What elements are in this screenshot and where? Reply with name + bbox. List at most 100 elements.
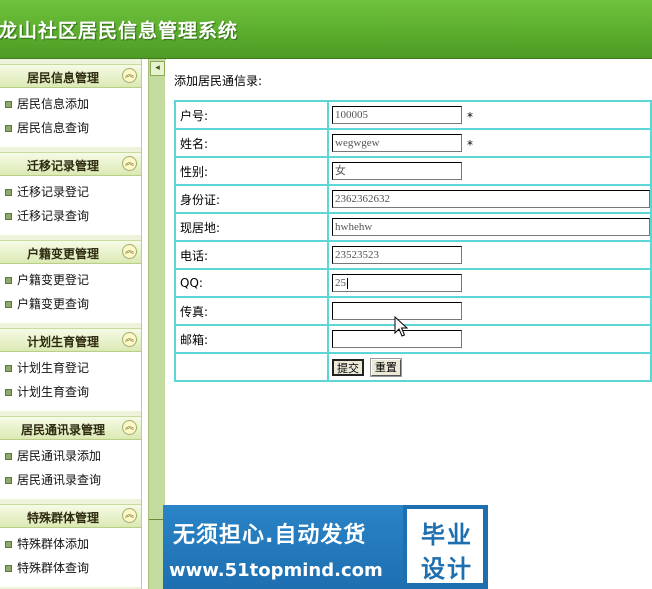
name-input[interactable]: wegwgew	[332, 134, 462, 152]
sidebar: 居民信息管理 ︽ 居民信息添加 居民信息查询 迁移记录管理 ︽ 迁移记录登记 迁…	[0, 59, 142, 589]
gender-input[interactable]: 女	[332, 162, 462, 180]
collapse-icon[interactable]: ︽	[122, 508, 137, 523]
form-row-fax: 传真:	[176, 298, 652, 326]
field-label: 身份证:	[176, 186, 329, 214]
header-banner: 龙山社区居民信息管理系统	[0, 0, 652, 59]
sidebar-item-label: 户籍变更登记	[17, 273, 90, 287]
qq-input[interactable]: 25	[332, 274, 462, 292]
field-label: 现居地:	[176, 214, 329, 242]
field-label: 电话:	[176, 242, 329, 270]
sidebar-item-special-groups-query[interactable]: 特殊群体查询	[0, 556, 141, 580]
sidebar-section-title: 居民信息管理	[26, 71, 99, 85]
form-row-actions: 提交 重置	[176, 354, 652, 382]
empty-cell	[176, 354, 329, 382]
bullet-icon	[5, 365, 12, 372]
page-title: 添加居民通信录:	[174, 74, 263, 88]
bullet-icon	[5, 301, 12, 308]
form-row-qq: QQ: 25	[176, 270, 652, 298]
phone-input[interactable]: 23523523	[332, 246, 462, 264]
field-label: 性别:	[176, 158, 329, 186]
sidebar-item-family-planning-register[interactable]: 计划生育登记	[0, 356, 141, 380]
bullet-icon	[5, 565, 12, 572]
required-mark: *	[467, 110, 473, 124]
form-row-phone: 电话: 23523523	[176, 242, 652, 270]
sidebar-item-label: 居民信息添加	[17, 97, 90, 111]
field-label: 户号:	[176, 102, 329, 130]
sidebar-item-label: 特殊群体查询	[17, 561, 90, 575]
form-row-email: 邮箱:	[176, 326, 652, 354]
sidebar-item-label: 计划生育登记	[17, 361, 90, 375]
sidebar-section-contacts-header[interactable]: 居民通讯录管理 ︽	[0, 416, 141, 440]
sidebar-item-migration-query[interactable]: 迁移记录查询	[0, 204, 141, 228]
sidebar-item-household-query[interactable]: 户籍变更查询	[0, 292, 141, 316]
collapse-sidebar-icon[interactable]: ◂	[150, 61, 165, 76]
sidebar-section-residents-header[interactable]: 居民信息管理 ︽	[0, 64, 141, 88]
form-row-address: 现居地: hwhehw	[176, 214, 652, 242]
sidebar-item-contacts-query[interactable]: 居民通讯录查询	[0, 468, 141, 492]
ad-slogan: 无须担心.自动发货	[173, 523, 367, 548]
sidebar-item-resident-query[interactable]: 居民信息查询	[0, 116, 141, 140]
form-row-huhao: 户号: 100005 *	[176, 102, 652, 130]
collapse-icon[interactable]: ︽	[122, 420, 137, 435]
field-label: 邮箱:	[176, 326, 329, 354]
submit-button[interactable]: 提交	[332, 358, 364, 376]
ad-badge-line2: 设计	[421, 555, 473, 583]
field-label: 姓名:	[176, 130, 329, 158]
collapse-icon[interactable]: ︽	[122, 332, 137, 347]
bullet-icon	[5, 189, 12, 196]
sidebar-item-label: 特殊群体添加	[17, 537, 90, 551]
bullet-icon	[5, 453, 12, 460]
bullet-icon	[5, 277, 12, 284]
sidebar-section-migration-header[interactable]: 迁移记录管理 ︽	[0, 152, 141, 176]
field-label: 传真:	[176, 298, 329, 326]
sidebar-item-label: 迁移记录登记	[17, 185, 90, 199]
address-input[interactable]: hwhehw	[332, 218, 650, 236]
idcard-input[interactable]: 2362362632	[332, 190, 650, 208]
sidebar-item-family-planning-query[interactable]: 计划生育查询	[0, 380, 141, 404]
form-row-idcard: 身份证: 2362362632	[176, 186, 652, 214]
ad-url: www.51topmind.com	[169, 560, 383, 581]
app-title: 龙山社区居民信息管理系统	[0, 20, 239, 42]
bullet-icon	[5, 125, 12, 132]
sidebar-section-family-planning-header[interactable]: 计划生育管理 ︽	[0, 328, 141, 352]
text-caret	[347, 277, 348, 289]
required-mark: *	[467, 138, 473, 152]
contact-form-table: 户号: 100005 * 姓名: wegwgew * 性别: 女 身份证: 2362…	[174, 100, 652, 382]
watermark-ad-banner: 无须担心.自动发货 www.51topmind.com 毕业 设计	[163, 505, 488, 589]
ad-badge-box: 毕业 设计	[405, 507, 485, 585]
bullet-icon	[5, 477, 12, 484]
sidebar-item-label: 居民通讯录查询	[17, 473, 102, 487]
form-row-gender: 性别: 女	[176, 158, 652, 186]
collapse-icon[interactable]: ︽	[122, 68, 137, 83]
sidebar-item-label: 居民信息查询	[17, 121, 90, 135]
field-label: QQ:	[176, 270, 329, 298]
sidebar-item-migration-register[interactable]: 迁移记录登记	[0, 180, 141, 204]
sidebar-section-title: 户籍变更管理	[26, 247, 99, 261]
bullet-icon	[5, 541, 12, 548]
reset-button[interactable]: 重置	[369, 357, 402, 377]
sidebar-section-special-groups-header[interactable]: 特殊群体管理 ︽	[0, 504, 141, 528]
form-row-name: 姓名: wegwgew *	[176, 130, 652, 158]
sidebar-section-household-header[interactable]: 户籍变更管理 ︽	[0, 240, 141, 264]
ad-left-panel: 无须担心.自动发货 www.51topmind.com	[163, 505, 403, 589]
ad-badge: 毕业 设计	[403, 505, 488, 589]
collapse-icon[interactable]: ︽	[122, 244, 137, 259]
bullet-icon	[5, 213, 12, 220]
ad-badge-line1: 毕业	[421, 521, 473, 549]
sidebar-item-household-register[interactable]: 户籍变更登记	[0, 268, 141, 292]
collapse-icon[interactable]: ︽	[122, 156, 137, 171]
huhao-input[interactable]: 100005	[332, 106, 462, 124]
sidebar-item-contacts-add[interactable]: 居民通讯录添加	[0, 444, 141, 468]
sidebar-section-title: 计划生育管理	[26, 335, 99, 349]
sidebar-item-label: 计划生育查询	[17, 385, 90, 399]
sidebar-item-special-groups-add[interactable]: 特殊群体添加	[0, 532, 141, 556]
sidebar-section-title: 特殊群体管理	[26, 511, 99, 525]
sidebar-item-label: 迁移记录查询	[17, 209, 90, 223]
sidebar-item-label: 居民通讯录添加	[17, 449, 102, 463]
sidebar-section-title: 居民通讯录管理	[20, 423, 105, 437]
qq-input-value: 25	[335, 277, 346, 289]
sidebar-item-resident-add[interactable]: 居民信息添加	[0, 92, 141, 116]
bullet-icon	[5, 101, 12, 108]
mouse-cursor-icon	[394, 316, 409, 337]
bullet-icon	[5, 389, 12, 396]
